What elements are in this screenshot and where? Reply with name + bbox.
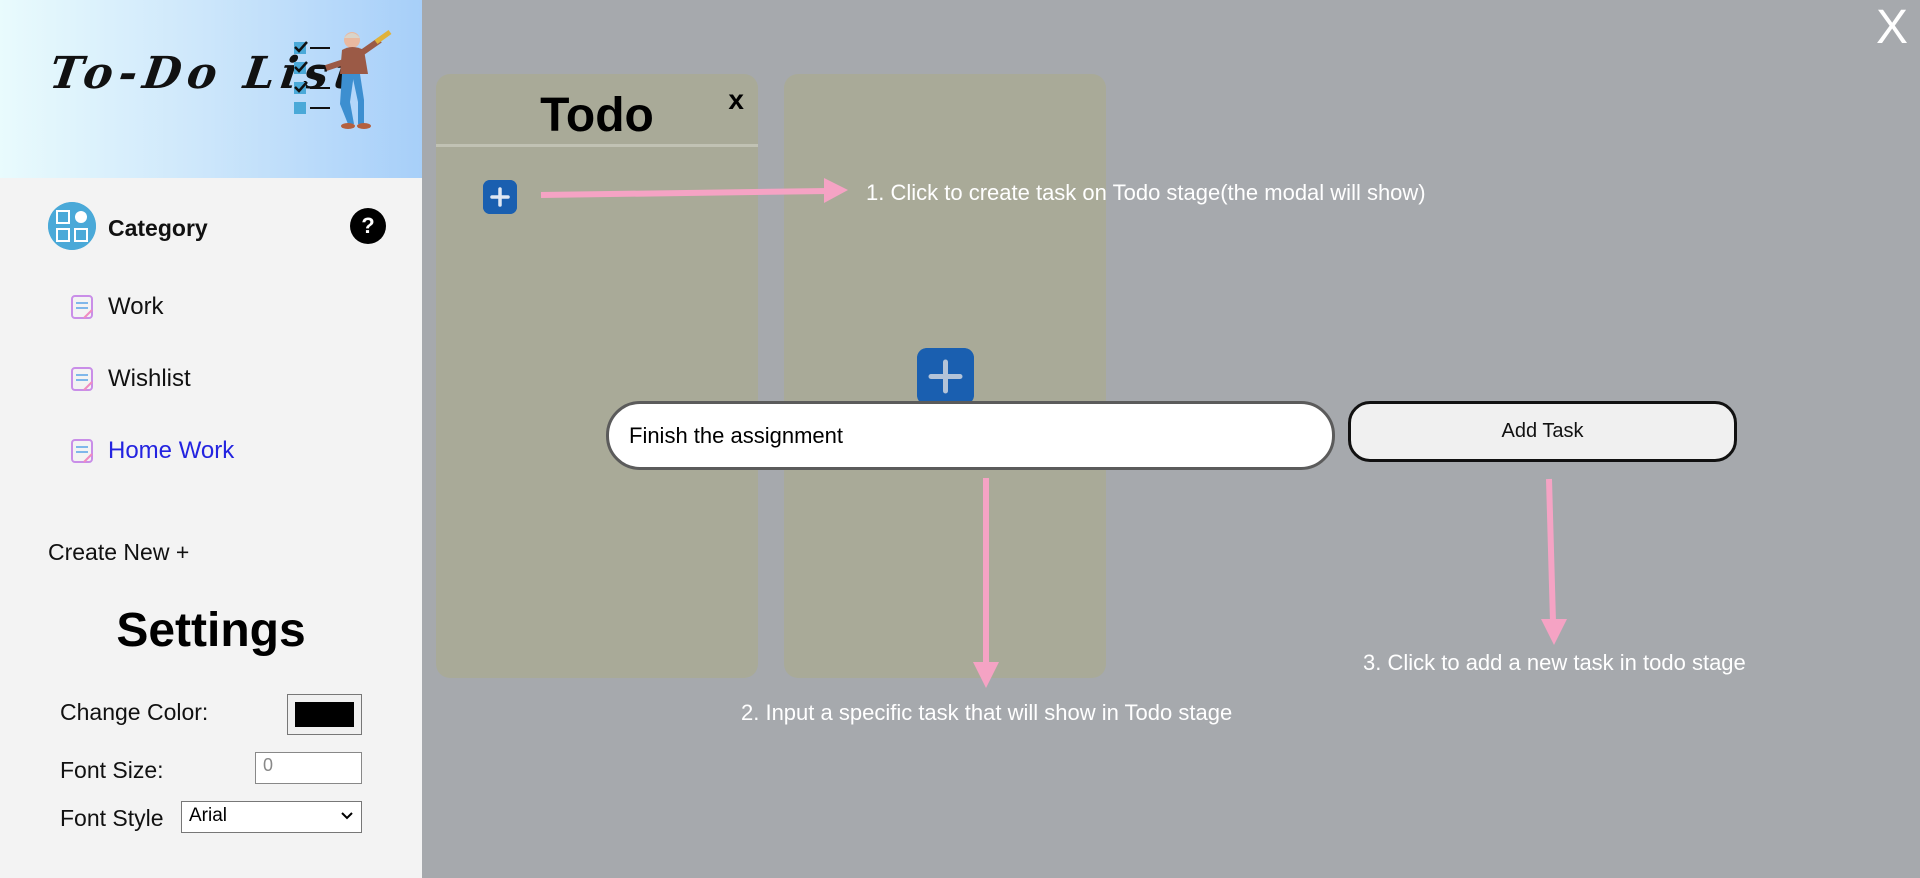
category-grid-icon: [48, 202, 96, 250]
board-divider: [436, 144, 758, 147]
todo-board: Todo x: [436, 74, 758, 678]
close-tutorial-button[interactable]: X: [1876, 0, 1908, 55]
sidebar-item-label: Wishlist: [108, 365, 191, 392]
note-icon: [71, 367, 93, 391]
board-close-button[interactable]: x: [728, 84, 744, 116]
sidebar-item-wishlist[interactable]: Wishlist: [70, 364, 370, 394]
chevron-down-icon: [341, 812, 353, 820]
color-swatch-fill: [295, 702, 354, 727]
change-color-label: Change Color:: [60, 699, 209, 725]
font-style-label: Font Style: [60, 805, 164, 831]
category-label: Category: [108, 215, 208, 241]
add-task-plus-icon[interactable]: [483, 180, 517, 214]
font-style-select[interactable]: Arial: [181, 801, 362, 833]
create-new-category-button[interactable]: Create New +: [48, 539, 189, 566]
sidebar-item-home-work[interactable]: Home Work: [70, 436, 370, 466]
color-picker[interactable]: [287, 694, 362, 735]
brand-header: To-Do List: [0, 0, 422, 178]
category-header: Category ?: [48, 202, 388, 250]
sidebar-item-label: Work: [108, 293, 164, 320]
sidebar-item-work[interactable]: Work: [70, 292, 370, 322]
font-size-input[interactable]: 0: [255, 752, 362, 784]
board-title: Todo: [540, 89, 654, 142]
settings-title: Settings: [116, 604, 306, 657]
add-task-button[interactable]: Add Task: [1348, 401, 1737, 462]
task-input[interactable]: Finish the assignment: [606, 401, 1335, 470]
help-button[interactable]: ?: [350, 208, 386, 244]
hint-step-3: 3. Click to add a new task in todo stage: [1363, 650, 1746, 675]
arrow-step-3: [1541, 478, 1567, 645]
note-icon: [71, 295, 93, 319]
font-size-label: Font Size:: [60, 757, 164, 783]
font-style-value: Arial: [189, 805, 228, 826]
person-with-checklist-illustration: [294, 29, 392, 129]
note-icon: [71, 439, 93, 463]
modal-plus-icon[interactable]: [917, 348, 974, 405]
sidebar-item-label: Home Work: [108, 437, 235, 464]
hint-step-1: 1. Click to create task on Todo stage(th…: [866, 180, 1426, 205]
hint-step-2: 2. Input a specific task that will show …: [741, 700, 1233, 725]
sidebar: To-Do List Category ? Work Wishlist Home…: [0, 0, 422, 878]
